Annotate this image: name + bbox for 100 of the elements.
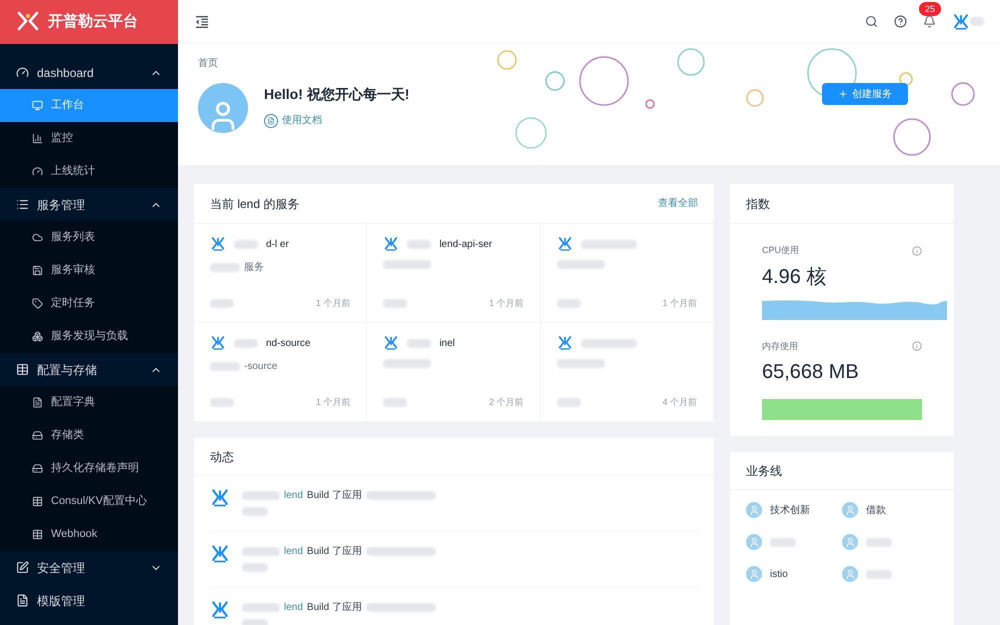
blurred-text: [970, 17, 984, 26]
plus-icon: [838, 89, 848, 99]
service-logo-icon: [556, 335, 573, 351]
blurred-text: [366, 547, 436, 556]
blurred-text: [866, 570, 892, 578]
blurred-text: [383, 398, 408, 407]
service-logo-icon: [210, 236, 226, 252]
card-title: 指数: [746, 196, 770, 212]
blurred-text: [383, 298, 408, 308]
menu-group[interactable]: 模版管理: [0, 584, 178, 617]
menu-group[interactable]: 配置与存储: [0, 353, 178, 386]
service-name: nd-source: [266, 336, 310, 350]
metric-label: 内存使用: [762, 340, 798, 352]
blurred-text: [242, 563, 268, 572]
blurred-text: [383, 359, 432, 368]
updated-time: 1 个月前: [316, 396, 350, 408]
greeting-text: Hello! 祝您开心每一天!: [264, 85, 410, 104]
activity-logo-icon: [210, 488, 230, 508]
menu-item[interactable]: 服务审核: [0, 254, 178, 287]
blurred-text: [210, 263, 240, 272]
blurred-text: [234, 240, 258, 248]
activity-text: Build 了应用: [306, 488, 362, 503]
service-logo-icon: [210, 335, 226, 351]
docs-link[interactable]: 使用文档: [264, 113, 414, 128]
service-description: -source: [244, 360, 278, 374]
business-line-name[interactable]: istio: [770, 566, 788, 582]
service-name: d-l er: [266, 238, 289, 252]
service-tile[interactable]: d-l er 服务 1 个月前: [194, 224, 368, 323]
breadcrumb: 首页: [198, 57, 219, 71]
view-all-link[interactable]: 查看全部: [658, 196, 698, 211]
blurred-text: [210, 298, 234, 308]
service-tile[interactable]: lend-api-ser 1 个月前: [367, 224, 541, 323]
blurred-text: [556, 260, 605, 269]
service-logo-icon: [556, 236, 573, 252]
notification-badge: 25: [919, 2, 942, 16]
blurred-text: [242, 491, 280, 500]
avatar-logo-icon: [952, 12, 970, 30]
service-logo-icon: [383, 236, 400, 252]
blurred-text: [242, 547, 280, 556]
user-avatar-icon: [746, 502, 762, 518]
help-icon[interactable]: [894, 15, 907, 28]
user-avatar-icon: [842, 566, 858, 582]
menu-group[interactable]: 安全管理: [0, 551, 178, 584]
service-logo-icon: [383, 335, 400, 351]
service-tile[interactable]: inel 2 个月前: [367, 323, 541, 422]
updated-time: 2 个月前: [489, 396, 524, 408]
blurred-text: [383, 260, 432, 269]
card-title: 业务线: [746, 462, 782, 480]
blurred-text: [210, 398, 234, 407]
blurred-text: [580, 240, 637, 248]
menu-item[interactable]: 定时任务: [0, 287, 178, 320]
card-title: 当前 lend 的服务: [210, 196, 300, 212]
updated-time: 4 个月前: [662, 396, 697, 408]
metric-label: CPU使用: [762, 244, 800, 257]
menu-item[interactable]: Consul/KV配置中心: [0, 485, 178, 518]
blurred-text: [866, 538, 892, 546]
menu-group[interactable]: 服务管理: [0, 188, 178, 221]
menu-item[interactable]: 服务列表: [0, 221, 178, 254]
blurred-text: [366, 603, 436, 612]
info-icon[interactable]: [912, 341, 922, 352]
blurred-text: [366, 491, 436, 500]
updated-time: 1 个月前: [662, 296, 697, 310]
menu-item[interactable]: 服务发现与负载: [0, 320, 178, 353]
menu-item[interactable]: 配置字典: [0, 386, 178, 419]
updated-time: 1 个月前: [316, 296, 350, 310]
menu-fold-icon[interactable]: [194, 14, 210, 30]
blurred-text: [556, 359, 605, 368]
blurred-text: [210, 362, 240, 371]
project-link[interactable]: lend: [284, 600, 303, 615]
search-icon[interactable]: [865, 15, 878, 28]
user-avatar-icon: [746, 534, 762, 550]
menu-item[interactable]: Webhook: [0, 518, 178, 551]
service-name: lend-api-ser: [439, 238, 492, 252]
blurred-text: [242, 603, 280, 612]
business-line-name[interactable]: 技术创新: [770, 502, 810, 518]
user-avatar-icon: [842, 534, 858, 550]
menu-item[interactable]: 持久化存储卷声明: [0, 452, 178, 485]
info-icon[interactable]: [912, 246, 922, 256]
menu-group[interactable]: dashboard: [0, 56, 178, 89]
metric-value: 65,668 MB: [762, 360, 860, 385]
project-link[interactable]: lend: [284, 544, 303, 559]
project-link[interactable]: lend: [284, 488, 303, 503]
service-name: inel: [439, 336, 455, 350]
activity-text: Build 了应用: [306, 600, 362, 615]
menu-item[interactable]: 监控: [0, 122, 178, 155]
document-icon: [264, 114, 278, 128]
business-line-name[interactable]: 借款: [866, 502, 886, 518]
bell-icon[interactable]: [923, 15, 936, 28]
menu-item[interactable]: 存储类: [0, 419, 178, 452]
blurred-text: [407, 240, 432, 248]
brand-title: 开普勒云平台: [48, 12, 138, 32]
service-tile[interactable]: nd-source -source 1 个月前: [194, 323, 368, 422]
user-avatar-icon: [842, 502, 858, 518]
activity-logo-icon: [210, 600, 230, 620]
blurred-text: [770, 538, 796, 546]
menu-item[interactable]: 上线统计: [0, 155, 178, 188]
blurred-text: [234, 338, 258, 348]
service-description: 服务: [244, 261, 264, 275]
blurred-text: [556, 298, 581, 308]
metric-value: 4.96 核: [762, 264, 828, 290]
